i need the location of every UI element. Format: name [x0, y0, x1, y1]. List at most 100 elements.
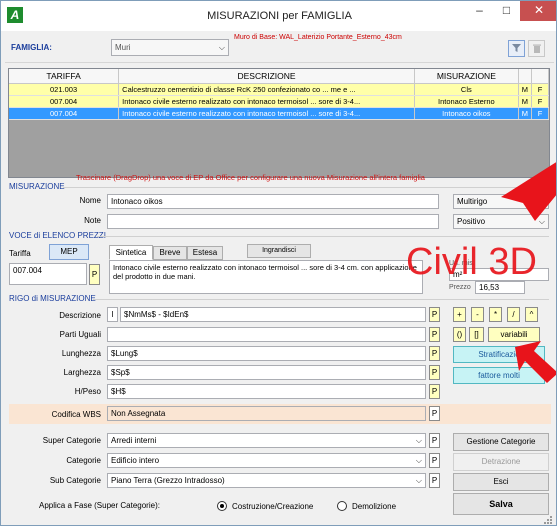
parti-p-button[interactable]: P — [429, 327, 440, 342]
detrazione-button[interactable]: Detrazione — [453, 453, 549, 471]
section-rigo: RIGO di MISURAZIONE — [9, 294, 96, 303]
lunghezza-field[interactable]: $Lung$ — [107, 346, 426, 361]
red-arrow-icon — [515, 341, 556, 383]
parti-label: Parti Uguali — [59, 330, 101, 339]
chevron-down-icon: ⌵ — [415, 456, 422, 465]
round-brackets-button[interactable]: () — [453, 327, 466, 342]
famiglia-select[interactable]: Muri ⌵ — [111, 39, 229, 56]
nome-label: Nome — [79, 196, 101, 205]
cell-tariffa: 007.004 — [9, 107, 120, 120]
tariffa-field[interactable]: 007.004 — [9, 263, 87, 285]
salva-button[interactable]: Salva — [453, 493, 549, 515]
square-brackets-button[interactable]: [] — [469, 327, 484, 342]
trash-icon — [532, 44, 541, 53]
tab-estesa[interactable]: Estesa — [187, 246, 223, 260]
fase-costruzione-label: Costruzione/Creazione — [232, 502, 314, 511]
filter-button[interactable] — [508, 40, 525, 57]
gestione-categorie-button[interactable]: Gestione Categorie — [453, 433, 549, 451]
close-button[interactable]: ✕ — [520, 1, 556, 21]
cell-f: F — [531, 83, 549, 96]
descrizione-i-flag[interactable]: I — [107, 307, 118, 322]
fase-costruzione-radio[interactable] — [217, 501, 227, 511]
categorie-p-button[interactable]: P — [429, 453, 440, 468]
grid-header-m[interactable] — [518, 69, 533, 84]
lunghezza-label: Lunghezza — [61, 349, 101, 358]
nome-field[interactable]: Intonaco oikos — [107, 194, 439, 209]
super-categorie-select[interactable]: Arredi interni ⌵ — [107, 433, 426, 448]
wbs-field[interactable]: Non Assegnata — [107, 406, 426, 421]
hpeso-label: H/Peso — [74, 387, 101, 396]
wbs-p-button[interactable]: P — [429, 406, 440, 421]
cell-f: F — [531, 95, 549, 108]
wbs-label: Codifica WBS — [51, 410, 101, 419]
filter-icon — [512, 44, 521, 52]
op-multiply-button[interactable]: * — [489, 307, 502, 322]
resize-grip-icon[interactable] — [541, 513, 553, 525]
super-categorie-p-button[interactable]: P — [429, 433, 440, 448]
hpeso-p-button[interactable]: P — [429, 384, 440, 399]
sub-categorie-select[interactable]: Piano Terra (Grezzo Intradosso) ⌵ — [107, 473, 426, 488]
tariffa-label: Tariffa — [9, 249, 31, 258]
famiglia-label: FAMIGLIA: — [11, 43, 52, 52]
segno-value: Positivo — [457, 217, 486, 226]
chevron-down-icon: ⌵ — [415, 476, 422, 485]
descrizione-p-button[interactable]: P — [429, 307, 440, 322]
cell-descrizione: Calcestruzzo cementizio di classe RcK 25… — [118, 83, 415, 96]
cell-tariffa: 021.003 — [9, 83, 120, 96]
larghezza-p-button[interactable]: P — [429, 365, 440, 380]
divider — [93, 299, 549, 300]
cell-m: M — [518, 83, 533, 96]
op-plus-button[interactable]: + — [453, 307, 466, 322]
section-misurazione: MISURAZIONE — [9, 182, 65, 191]
grid-header-misurazione[interactable]: MISURAZIONE — [414, 69, 519, 84]
op-divide-button[interactable]: / — [507, 307, 520, 322]
op-minus-button[interactable]: - — [471, 307, 484, 322]
note-field[interactable] — [107, 214, 439, 229]
table-row[interactable]: 021.003 Calcestruzzo cementizio di class… — [9, 83, 549, 96]
super-categorie-label: Super Categorie — [42, 436, 101, 445]
parti-field[interactable] — [107, 327, 426, 342]
fase-demolizione-radio[interactable] — [337, 501, 347, 511]
note-label: Note — [84, 216, 101, 225]
minimize-button[interactable]: – — [466, 1, 493, 21]
table-row-selected[interactable]: 007.004 Intonaco civile esterno realizza… — [9, 107, 549, 120]
cell-f: F — [531, 107, 549, 120]
tab-breve[interactable]: Breve — [153, 246, 187, 260]
super-categorie-value: Arredi interni — [111, 436, 157, 445]
cell-descrizione: Intonaco civile esterno realizzato con i… — [118, 95, 415, 108]
table-row[interactable]: 007.004 Intonaco civile esterno realizza… — [9, 95, 549, 108]
cell-m: M — [518, 107, 533, 120]
larghezza-field[interactable]: $Sp$ — [107, 365, 426, 380]
divider — [63, 187, 549, 188]
tab-sintetica[interactable]: Sintetica — [109, 245, 153, 260]
hpeso-field[interactable]: $H$ — [107, 384, 426, 399]
grid-header-f[interactable] — [531, 69, 549, 84]
famiglia-value: Muri — [115, 43, 131, 52]
delete-button[interactable] — [528, 40, 545, 57]
cell-descrizione: Intonaco civile esterno realizzato con i… — [118, 107, 415, 120]
grid-header-descrizione[interactable]: DESCRIZIONE — [118, 69, 415, 84]
descrizione-rigo-field[interactable]: $NmMs$ - $IdEn$ — [120, 307, 426, 322]
red-arrow-icon — [501, 162, 556, 221]
op-power-button[interactable]: ^ — [525, 307, 538, 322]
esci-button[interactable]: Esci — [453, 473, 549, 491]
mep-button[interactable]: MEP — [49, 244, 89, 260]
tariffa-p-button[interactable]: P — [89, 264, 100, 285]
sub-categorie-p-button[interactable]: P — [429, 473, 440, 488]
dragdrop-hint: Trascinare (DragDrop) una voce di EP da … — [76, 173, 425, 182]
title-bar: A MISURAZIONI per FAMIGLIA – □ ✕ — [1, 1, 556, 31]
chevron-down-icon: ⌵ — [218, 43, 225, 52]
grid-header-tariffa[interactable]: TARIFFA — [9, 69, 120, 84]
cell-misurazione: Cls — [414, 83, 519, 96]
lunghezza-p-button[interactable]: P — [429, 346, 440, 361]
chevron-down-icon: ⌵ — [415, 436, 422, 445]
misurazioni-grid[interactable]: TARIFFA DESCRIZIONE MISURAZIONE 021.003 … — [8, 68, 550, 178]
tipo-value: Multirigo — [457, 197, 488, 206]
categorie-value: Edificio intero — [111, 456, 160, 465]
ingrandisci-button[interactable]: Ingrandisci — [247, 244, 311, 258]
larghezza-label: Larghezza — [63, 368, 101, 377]
cell-tariffa: 007.004 — [9, 95, 120, 108]
maximize-button[interactable]: □ — [493, 1, 520, 21]
categorie-select[interactable]: Edificio intero ⌵ — [107, 453, 426, 468]
descrizione-voce-text[interactable]: Intonaco civile esterno realizzato con i… — [109, 260, 423, 294]
